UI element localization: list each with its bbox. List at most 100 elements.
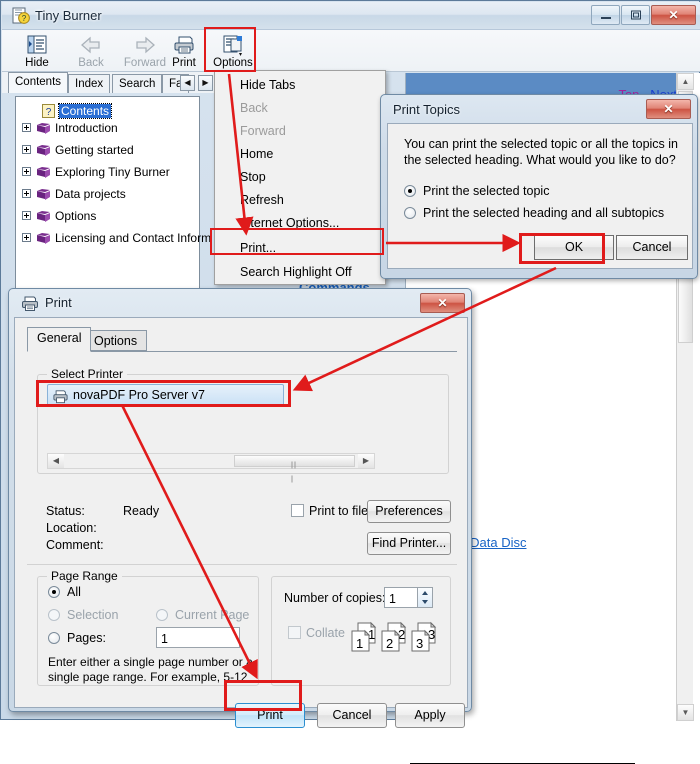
back-toolbar-button[interactable]: Back bbox=[64, 32, 118, 70]
tab-index[interactable]: Index bbox=[68, 74, 111, 93]
print-cancel-button[interactable]: Cancel bbox=[317, 703, 387, 728]
menu-item-back[interactable]: Back bbox=[216, 97, 386, 120]
radio-current-page[interactable]: Current Page bbox=[156, 608, 249, 622]
radio-selection[interactable]: Selection bbox=[48, 608, 118, 622]
print-to-file-checkbox[interactable]: Print to file bbox=[291, 504, 368, 518]
print-toolbar-button[interactable]: Print bbox=[157, 32, 211, 70]
stepper-down-button[interactable] bbox=[418, 598, 432, 608]
radio-all-label: All bbox=[67, 585, 81, 599]
tab-search[interactable]: Search bbox=[112, 74, 163, 93]
number-of-copies-label: Number of copies: bbox=[284, 591, 386, 605]
printer-list-item[interactable]: novaPDF Pro Server v7 bbox=[47, 384, 284, 407]
radio-print-heading-subtopics[interactable]: Print the selected heading and all subto… bbox=[404, 206, 664, 220]
tree-item-data-projects[interactable]: Data projects bbox=[22, 185, 126, 202]
menu-item-hide-tabs[interactable]: Hide Tabs bbox=[216, 74, 386, 97]
tree-item-contents-label: Contents bbox=[57, 102, 113, 119]
radio-icon-unselected[interactable] bbox=[48, 632, 60, 644]
help-book-icon: ? bbox=[12, 7, 30, 24]
expand-plus-icon[interactable] bbox=[22, 189, 31, 198]
tree-item-data-projects-label: Data projects bbox=[55, 186, 126, 201]
radio-selection-label: Selection bbox=[67, 608, 119, 622]
expand-plus-icon[interactable] bbox=[22, 145, 31, 154]
scroll-right-button[interactable]: ▶ bbox=[358, 454, 374, 468]
select-printer-group: Select Printer novaPDF Pro Server v7 ◀ ▶ bbox=[37, 367, 449, 483]
checkbox-icon[interactable] bbox=[288, 626, 301, 639]
expand-plus-icon[interactable] bbox=[22, 233, 31, 242]
maximize-button[interactable] bbox=[621, 5, 650, 25]
menu-item-home-label: Home bbox=[240, 147, 274, 161]
menu-item-search-highlight[interactable]: Search Highlight Off bbox=[216, 261, 386, 284]
options-dropdown-menu[interactable]: Hide Tabs Back Forward Home Stop Refresh… bbox=[214, 70, 386, 285]
collate-pages-icon: 1 1 2 2 3 3 bbox=[351, 621, 437, 652]
menu-item-forward[interactable]: Forward bbox=[216, 120, 386, 143]
radio-icon-disabled bbox=[48, 609, 60, 621]
print-tab-general[interactable]: General bbox=[27, 327, 92, 352]
hide-toolbar-button[interactable]: Hide bbox=[10, 32, 64, 70]
radio-print-heading-subtopics-label: Print the selected heading and all subto… bbox=[423, 206, 665, 220]
minimize-button[interactable] bbox=[591, 5, 620, 25]
tab-separator-line bbox=[27, 351, 457, 352]
print-dialog-close-button[interactable]: ✕ bbox=[420, 293, 465, 313]
expand-plus-icon[interactable] bbox=[22, 211, 31, 220]
print-topics-cancel-button[interactable]: Cancel bbox=[616, 235, 688, 260]
menu-item-forward-label: Forward bbox=[240, 124, 286, 138]
print-topics-message: You can print the selected topic or all … bbox=[404, 137, 679, 167]
svg-text:1: 1 bbox=[356, 636, 363, 651]
close-button[interactable]: ✕ bbox=[651, 5, 696, 25]
find-printer-button[interactable]: Find Printer... bbox=[367, 532, 451, 555]
radio-pages[interactable]: Pages: bbox=[48, 631, 106, 645]
radio-print-selected-topic[interactable]: Print the selected topic bbox=[404, 184, 549, 198]
tree-item-introduction[interactable]: Introduction bbox=[22, 119, 118, 136]
print-topics-ok-button[interactable]: OK bbox=[534, 235, 614, 260]
menu-item-internet-options[interactable]: Internet Options... bbox=[216, 212, 386, 235]
checkbox-icon[interactable] bbox=[291, 504, 304, 517]
menu-item-stop[interactable]: Stop bbox=[216, 166, 386, 189]
scroll-left-button[interactable]: ◀ bbox=[48, 454, 64, 468]
options-toolbar-button[interactable]: Options bbox=[206, 32, 260, 70]
collate-checkbox[interactable]: Collate bbox=[288, 626, 345, 640]
print-topics-close-button[interactable]: ✕ bbox=[646, 99, 691, 119]
help-window-titlebar[interactable]: ? Tiny Burner ✕ bbox=[2, 2, 700, 30]
pages-input[interactable] bbox=[156, 627, 240, 648]
stepper-up-button[interactable] bbox=[418, 588, 432, 598]
ok-button-label: OK bbox=[564, 240, 584, 254]
scroll-down-button[interactable]: ▼ bbox=[677, 704, 694, 721]
tree-item-getting-started[interactable]: Getting started bbox=[22, 141, 134, 158]
expand-plus-icon[interactable] bbox=[22, 123, 31, 132]
tree-item-options[interactable]: Options bbox=[22, 207, 96, 224]
scrollbar-thumb[interactable] bbox=[234, 455, 355, 483]
tab-contents[interactable]: Contents bbox=[8, 72, 69, 93]
menu-item-print[interactable]: Print... bbox=[216, 237, 386, 260]
menu-item-refresh[interactable]: Refresh bbox=[216, 189, 386, 212]
radio-all[interactable]: All bbox=[48, 585, 81, 599]
radio-icon-selected[interactable] bbox=[48, 586, 60, 598]
preferences-button[interactable]: Preferences bbox=[367, 500, 451, 523]
tree-item-licensing-label: Licensing and Contact Inform bbox=[55, 230, 212, 245]
print-tab-options[interactable]: Options bbox=[84, 330, 148, 351]
print-topics-dialog: Print Topics ✕ You can print the selecte… bbox=[380, 94, 698, 279]
copies-stepper[interactable] bbox=[418, 587, 433, 608]
menu-item-print-label: Print... bbox=[240, 241, 277, 255]
print-toolbar-label: Print bbox=[172, 57, 196, 69]
printer-list-horizontal-scrollbar[interactable]: ◀ ▶ bbox=[47, 453, 375, 483]
number-of-copies-input[interactable] bbox=[384, 587, 418, 608]
collate-label: Collate bbox=[306, 626, 345, 640]
tab-scroll-right-button[interactable]: ▶ bbox=[198, 75, 213, 91]
tree-item-contents[interactable]: ? Contents bbox=[42, 102, 113, 119]
expand-plus-icon[interactable] bbox=[22, 167, 31, 176]
print-button[interactable]: Print bbox=[235, 703, 305, 728]
radio-icon-selected[interactable] bbox=[404, 185, 416, 197]
tree-item-licensing[interactable]: Licensing and Contact Inform bbox=[22, 229, 211, 246]
tree-item-exploring-tiny-burner[interactable]: Exploring Tiny Burner bbox=[22, 163, 170, 180]
tab-scroll-left-button[interactable]: ◀ bbox=[180, 75, 195, 91]
tree-item-introduction-label: Introduction bbox=[55, 120, 118, 135]
chevron-right-icon: ▶ bbox=[202, 78, 209, 87]
print-dialog: Print ✕ General Options Select Printer n… bbox=[8, 288, 472, 728]
chevron-left-icon: ◀ bbox=[184, 78, 191, 87]
radio-icon-unselected[interactable] bbox=[404, 207, 416, 219]
scroll-up-button[interactable]: ▲ bbox=[677, 73, 694, 90]
print-tab-general-label: General bbox=[37, 331, 82, 345]
print-apply-button[interactable]: Apply bbox=[395, 703, 465, 728]
menu-item-home[interactable]: Home bbox=[216, 143, 386, 166]
contents-tree[interactable]: ? Contents Introduction Getting started … bbox=[15, 96, 211, 292]
